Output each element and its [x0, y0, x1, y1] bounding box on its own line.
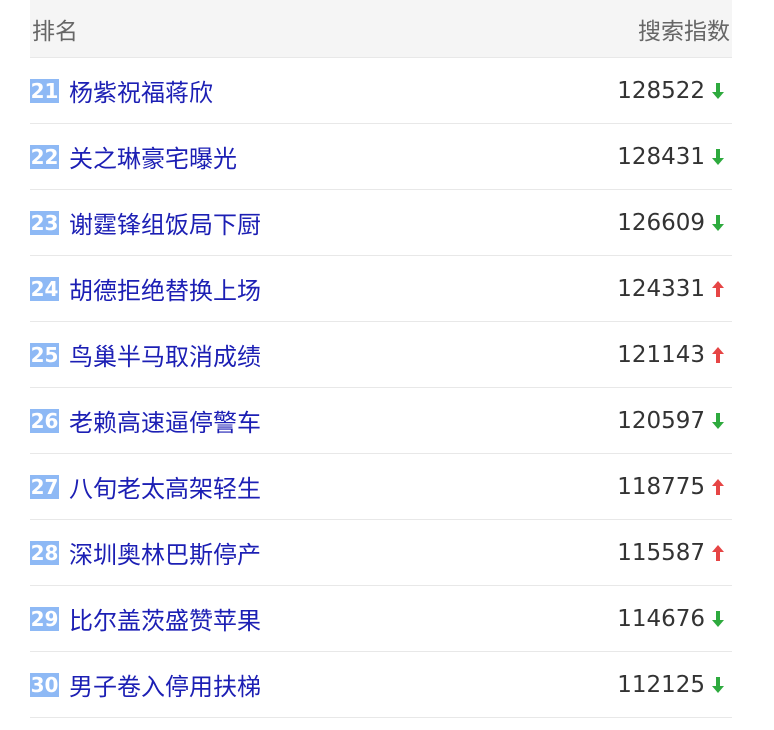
rank-badge: 29 — [30, 606, 59, 631]
rank-badge: 26 — [30, 408, 59, 433]
list-item[interactable]: 25 鸟巢半马取消成绩 121143 — [30, 322, 732, 388]
keyword-link[interactable]: 深圳奥林巴斯停产 — [69, 535, 617, 570]
arrow-down-icon — [710, 410, 726, 432]
list-item[interactable]: 21 杨紫祝福蒋欣 128522 — [30, 58, 732, 124]
table-header: 排名 搜索指数 — [30, 0, 732, 58]
list-item[interactable]: 30 男子卷入停用扶梯 112125 — [30, 652, 732, 718]
search-index-value: 120597 — [617, 407, 705, 434]
arrow-up-icon — [710, 278, 726, 300]
keyword-link[interactable]: 男子卷入停用扶梯 — [69, 667, 617, 702]
ranking-board: 排名 搜索指数 21 杨紫祝福蒋欣 128522 22 关之琳豪宅曝光 128431 23 谢… — [30, 0, 732, 718]
keyword-link[interactable]: 杨紫祝福蒋欣 — [69, 73, 617, 108]
arrow-down-icon — [710, 212, 726, 234]
rank-badge: 28 — [30, 540, 59, 565]
list-item[interactable]: 28 深圳奥林巴斯停产 115587 — [30, 520, 732, 586]
arrow-up-icon — [710, 476, 726, 498]
list-item[interactable]: 22 关之琳豪宅曝光 128431 — [30, 124, 732, 190]
search-index-value: 114676 — [617, 605, 705, 632]
header-search-index: 搜索指数 — [638, 18, 730, 45]
search-index-value: 126609 — [617, 209, 705, 236]
arrow-down-icon — [710, 80, 726, 102]
arrow-down-icon — [710, 674, 726, 696]
rank-badge: 25 — [30, 342, 59, 367]
header-rank: 排名 — [32, 18, 78, 45]
rank-badge: 30 — [30, 672, 59, 697]
search-index-value: 118775 — [617, 473, 705, 500]
keyword-link[interactable]: 比尔盖茨盛赞苹果 — [69, 601, 617, 636]
arrow-up-icon — [710, 542, 726, 564]
search-index-value: 128522 — [617, 77, 705, 104]
rank-badge: 24 — [30, 276, 59, 301]
list-item[interactable]: 29 比尔盖茨盛赞苹果 114676 — [30, 586, 732, 652]
keyword-link[interactable]: 老赖高速逼停警车 — [69, 403, 617, 438]
search-index-value: 124331 — [617, 275, 705, 302]
search-index-value: 128431 — [617, 143, 705, 170]
keyword-link[interactable]: 胡德拒绝替换上场 — [69, 271, 617, 306]
keyword-link[interactable]: 关之琳豪宅曝光 — [69, 139, 617, 174]
rank-badge: 21 — [30, 78, 59, 103]
list-item[interactable]: 26 老赖高速逼停警车 120597 — [30, 388, 732, 454]
keyword-link[interactable]: 八旬老太高架轻生 — [69, 469, 617, 504]
rank-badge: 22 — [30, 144, 59, 169]
arrow-down-icon — [710, 146, 726, 168]
rank-badge: 23 — [30, 210, 59, 235]
arrow-up-icon — [710, 344, 726, 366]
search-index-value: 112125 — [617, 671, 705, 698]
list-item[interactable]: 24 胡德拒绝替换上场 124331 — [30, 256, 732, 322]
arrow-down-icon — [710, 608, 726, 630]
search-index-value: 121143 — [617, 341, 705, 368]
rank-badge: 27 — [30, 474, 59, 499]
list-item[interactable]: 23 谢霆锋组饭局下厨 126609 — [30, 190, 732, 256]
keyword-link[interactable]: 谢霆锋组饭局下厨 — [69, 205, 617, 240]
list-item[interactable]: 27 八旬老太高架轻生 118775 — [30, 454, 732, 520]
search-index-value: 115587 — [617, 539, 705, 566]
ranking-list: 21 杨紫祝福蒋欣 128522 22 关之琳豪宅曝光 128431 23 谢霆锋组饭局下厨 1… — [30, 58, 732, 718]
keyword-link[interactable]: 鸟巢半马取消成绩 — [69, 337, 617, 372]
